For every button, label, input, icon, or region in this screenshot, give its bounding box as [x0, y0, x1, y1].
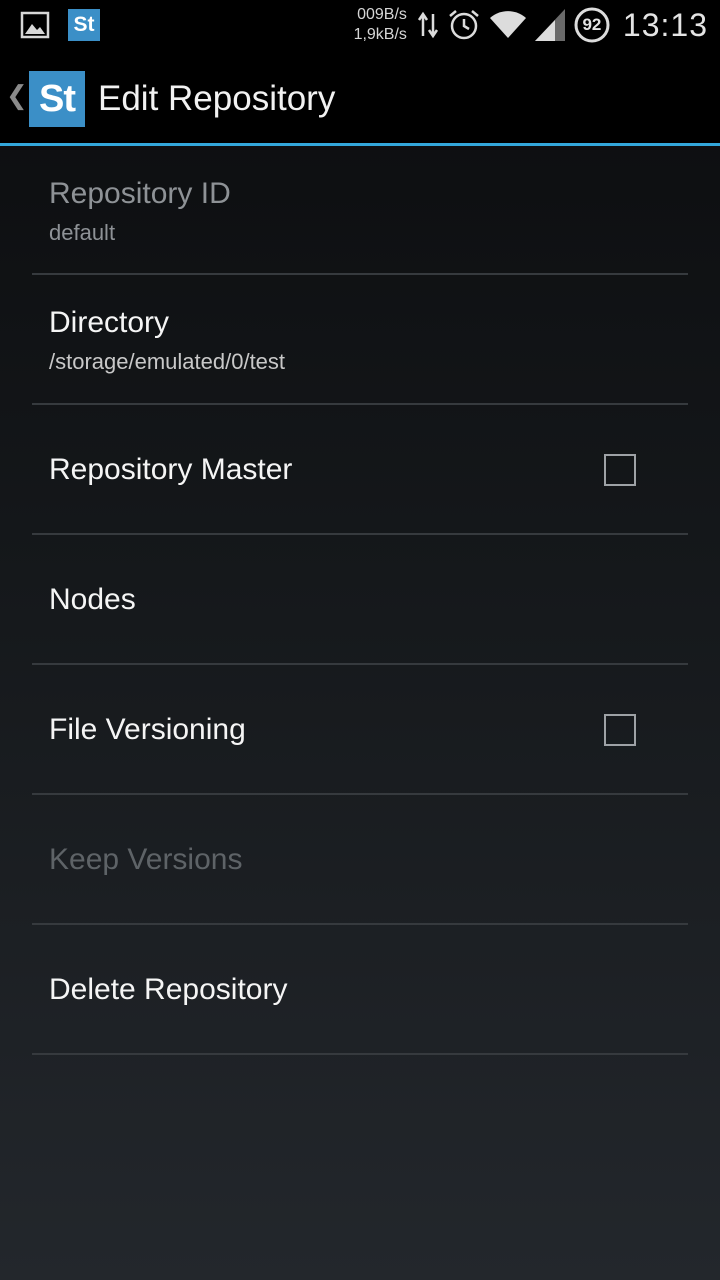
preference-list: Repository ID default Directory /storage…: [0, 146, 720, 1055]
page-title: Edit Repository: [98, 79, 336, 118]
pref-repository-master[interactable]: Repository Master: [32, 405, 688, 535]
repository-master-checkbox[interactable]: [604, 454, 636, 486]
screen: St 009B/s 1,9kB/s 92 13:13 ❮ St Edit Rep…: [0, 0, 720, 1280]
action-bar: ❮ St Edit Repository: [0, 50, 720, 144]
pref-title: File Versioning: [49, 713, 246, 746]
upload-speed: 009B/s: [357, 6, 407, 23]
wifi-icon: [489, 10, 527, 40]
cell-signal-icon: [534, 9, 565, 41]
pref-directory[interactable]: Directory /storage/emulated/0/test: [32, 275, 688, 405]
pref-keep-versions: Keep Versions: [32, 795, 688, 925]
alarm-icon: [447, 8, 481, 42]
up-navigation-icon[interactable]: ❮: [6, 80, 28, 111]
pref-title: Directory: [49, 306, 170, 339]
pref-file-versioning[interactable]: File Versioning: [32, 665, 688, 795]
file-versioning-checkbox[interactable]: [604, 714, 636, 746]
pref-summary: default: [49, 220, 116, 245]
pref-nodes[interactable]: Nodes: [32, 535, 688, 665]
syncthing-notification-icon: St: [68, 9, 100, 41]
pref-title: Keep Versions: [49, 843, 243, 876]
gallery-icon: [20, 11, 50, 39]
download-speed: 1,9kB/s: [353, 26, 407, 43]
data-transfer-icon: [417, 10, 439, 40]
battery-level: 92: [582, 15, 602, 34]
pref-summary: /storage/emulated/0/test: [49, 349, 286, 374]
pref-title: Nodes: [49, 583, 136, 616]
pref-delete-repository[interactable]: Delete Repository: [32, 925, 688, 1055]
pref-title: Delete Repository: [49, 973, 288, 1006]
app-logo[interactable]: St: [29, 71, 85, 127]
pref-title: Repository ID: [49, 177, 231, 210]
pref-repository-id: Repository ID default: [32, 146, 688, 275]
clock: 13:13: [622, 6, 708, 43]
status-bar: St 009B/s 1,9kB/s 92 13:13: [0, 0, 720, 50]
battery-icon: 92: [573, 6, 611, 44]
network-speed: 009B/s 1,9kB/s: [354, 5, 407, 45]
pref-title: Repository Master: [49, 453, 293, 486]
